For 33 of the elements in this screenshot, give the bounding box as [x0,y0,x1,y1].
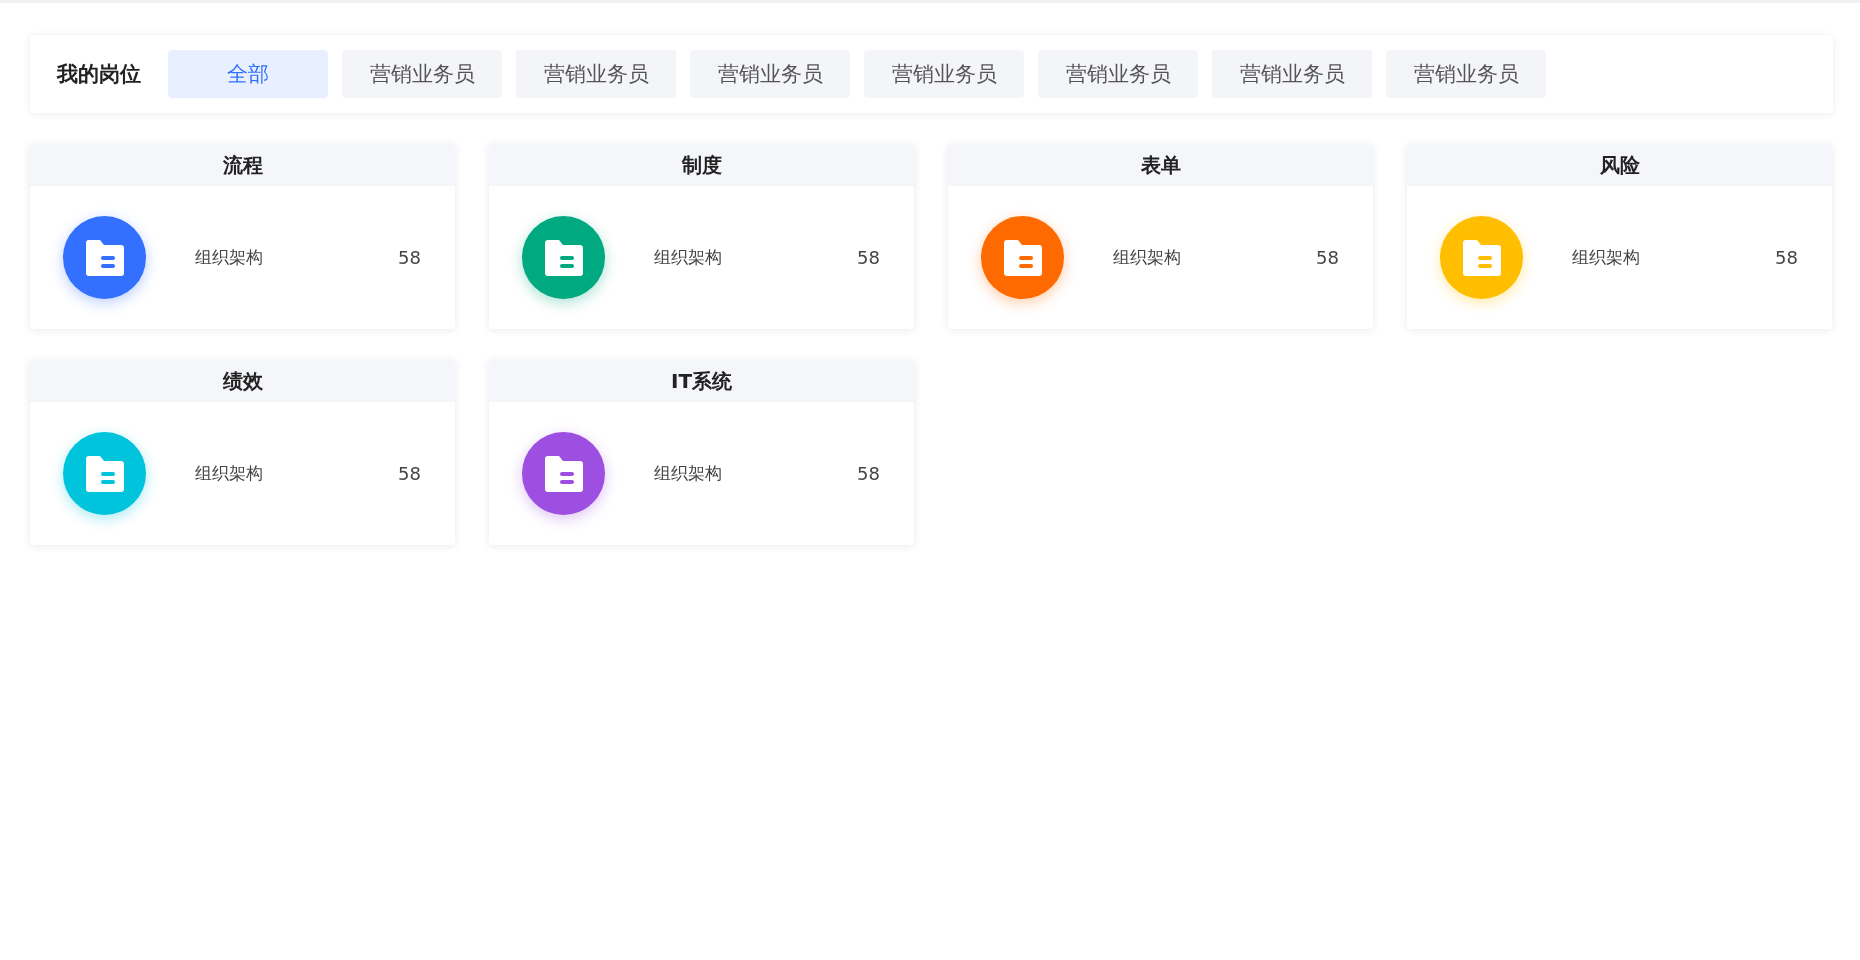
item-label[interactable]: 组织架构 [654,246,858,269]
filter-tab[interactable]: 全部 [168,50,328,98]
item-label[interactable]: 组织架构 [654,462,858,485]
folder-icon [542,454,585,493]
item-count: 58 [1775,247,1798,268]
filter-tab[interactable]: 营销业务员 [1212,50,1372,98]
folder-icon [542,238,585,277]
filter-tab[interactable]: 营销业务员 [516,50,676,98]
item-count: 58 [857,463,880,484]
folder-icon [83,238,126,277]
item-label[interactable]: 组织架构 [195,462,399,485]
card-title: 风险 [1407,144,1832,186]
item-label[interactable]: 组织架构 [195,246,399,269]
filter-tab[interactable]: 营销业务员 [864,50,1024,98]
folder-icon [1001,238,1044,277]
folder-icon [1460,238,1503,277]
filter-tab[interactable]: 营销业务员 [690,50,850,98]
item-count: 58 [857,247,880,268]
card-title: 制度 [489,144,914,186]
filter-tab[interactable]: 营销业务员 [1386,50,1546,98]
folder-icon [83,454,126,493]
card-title: 绩效 [30,360,455,402]
item-count: 58 [1316,247,1339,268]
item-count: 58 [398,247,421,268]
filter-tab[interactable]: 营销业务员 [342,50,502,98]
card-title: 表单 [948,144,1373,186]
item-label[interactable]: 组织架构 [1572,246,1776,269]
item-count: 58 [398,463,421,484]
item-label[interactable]: 组织架构 [1113,246,1317,269]
filter-tab[interactable]: 营销业务员 [1038,50,1198,98]
card-title: IT系统 [489,360,914,402]
filter-label: 我的岗位 [57,61,142,88]
card-title: 流程 [30,144,455,186]
